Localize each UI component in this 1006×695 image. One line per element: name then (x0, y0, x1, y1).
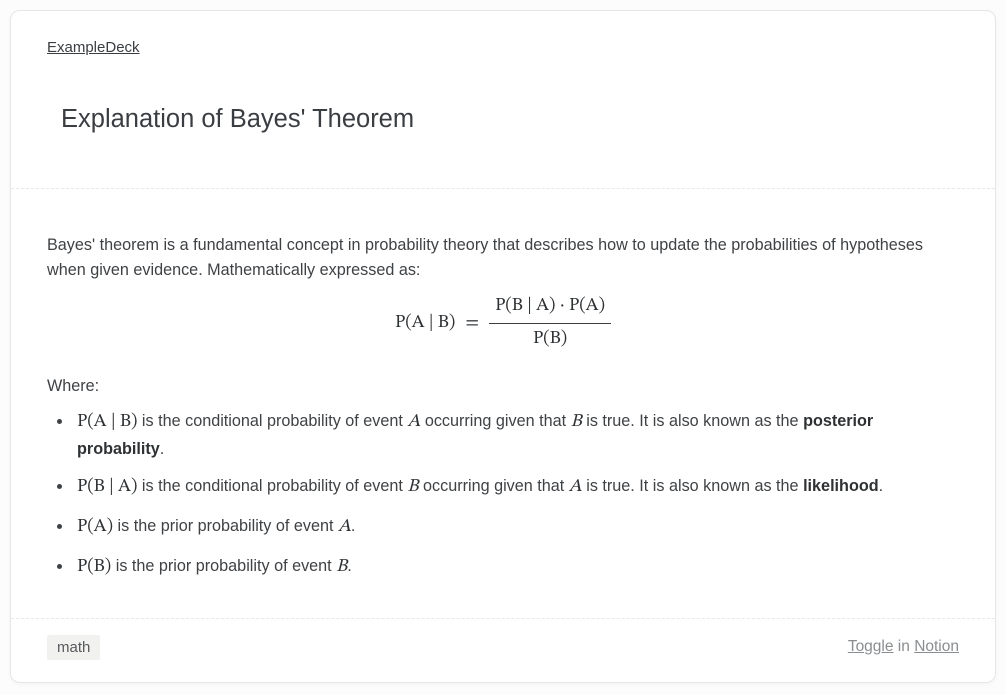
where-label: Where: (47, 374, 959, 399)
header-section: ExampleDeck Explanation of Bayes' Theore… (11, 11, 995, 188)
equation-eq: = (465, 309, 479, 338)
equation-numerator: P(B | A) · P(A) (495, 297, 605, 315)
deck-link[interactable]: ExampleDeck (47, 39, 140, 56)
toggle-link[interactable]: Toggle (848, 638, 894, 655)
note-card: ExampleDeck Explanation of Bayes' Theore… (10, 10, 996, 683)
equation-fraction: P(B | A) · P(A) P(B) (489, 293, 611, 354)
tag-math[interactable]: math (47, 635, 100, 660)
list-item: P(B) is the prior probability of event B… (73, 554, 959, 582)
content-section: Bayes' theorem is a fundamental concept … (11, 189, 995, 618)
intro-text: Bayes' theorem is a fundamental concept … (47, 233, 959, 283)
list-item: P(A) is the prior probability of event A… (73, 514, 959, 542)
bayes-equation: P(A | B) = P(B | A) · P(A) P(B) (47, 293, 959, 354)
equation-lhs: P(A | B) (395, 310, 455, 338)
equation-denominator: P(B) (533, 330, 567, 348)
footer-links: Toggle in Notion (848, 638, 959, 656)
notion-link[interactable]: Notion (914, 638, 959, 655)
definitions-list: P(A | B) is the conditional probability … (47, 409, 959, 582)
page-title: Explanation of Bayes' Theorem (61, 105, 959, 134)
list-item: P(B | A) is the conditional probability … (73, 474, 959, 502)
list-item: P(A | B) is the conditional probability … (73, 409, 959, 462)
footer-section: math Toggle in Notion (11, 619, 995, 682)
